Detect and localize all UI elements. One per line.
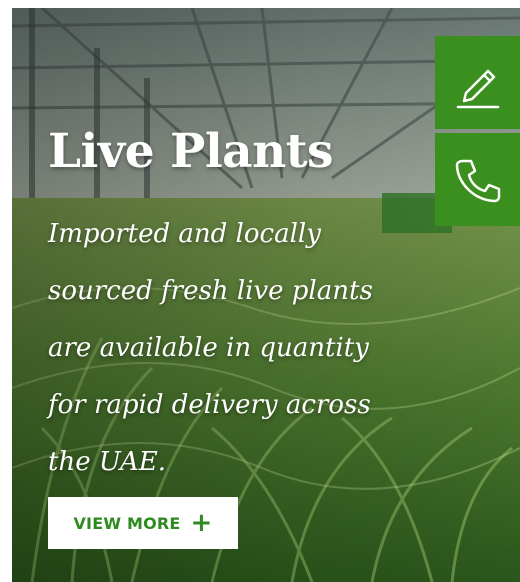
hero-title: Live Plants	[48, 124, 333, 179]
enquiry-button[interactable]	[435, 36, 520, 129]
pencil-icon	[456, 69, 499, 108]
phone-icon	[455, 159, 500, 202]
hero-description: Imported and locally sourced fresh live …	[48, 219, 373, 477]
call-button[interactable]	[435, 133, 520, 226]
view-more-button[interactable]: VIEW MORE +	[48, 497, 238, 549]
plus-icon: +	[190, 508, 213, 538]
view-more-label: VIEW MORE	[73, 513, 181, 533]
side-action-bar	[435, 36, 520, 226]
